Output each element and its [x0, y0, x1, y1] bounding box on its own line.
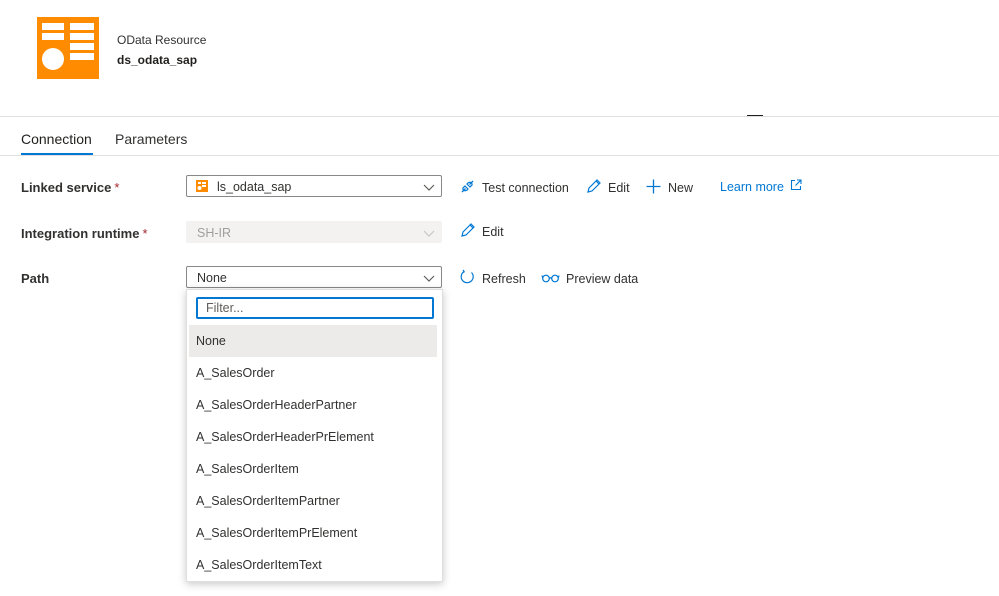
new-linked-service-button[interactable]: New [645, 178, 693, 198]
dropdown-option[interactable]: A_SalesOrderHeaderPartner [189, 389, 437, 421]
pencil-icon [459, 222, 476, 242]
plus-icon [645, 178, 662, 198]
linked-service-type-icon [196, 180, 208, 195]
dropdown-option[interactable]: A_SalesOrderItem [189, 453, 437, 485]
preview-data-label: Preview data [566, 272, 639, 286]
refresh-button[interactable]: Refresh [459, 269, 526, 289]
path-dropdown: None A_SalesOrder A_SalesOrderHeaderPart… [186, 289, 443, 582]
header-divider [0, 116, 999, 117]
dataset-name: ds_odata_sap [117, 53, 198, 67]
plug-icon [459, 178, 476, 198]
linked-service-label-text: Linked service [21, 180, 112, 195]
integration-runtime-label-text: Integration runtime [21, 226, 140, 241]
learn-more-label: Learn more [720, 179, 784, 194]
path-select[interactable]: None [186, 266, 442, 288]
refresh-label: Refresh [482, 272, 526, 286]
test-connection-button[interactable]: Test connection [459, 178, 569, 198]
linked-service-label: Linked service * [21, 180, 119, 195]
integration-runtime-select: SH-IR [186, 221, 442, 243]
integration-runtime-value: SH-IR [197, 226, 232, 240]
test-connection-label: Test connection [482, 181, 569, 195]
dropdown-option[interactable]: None [189, 325, 437, 357]
edit-label: Edit [482, 225, 504, 239]
filter-input[interactable] [196, 297, 434, 319]
tabs-divider [0, 155, 999, 156]
tab-connection[interactable]: Connection [21, 131, 92, 147]
path-label: Path [21, 271, 50, 286]
dropdown-option[interactable]: A_SalesOrderHeaderPrElement [189, 421, 437, 453]
linked-service-select[interactable]: ls_odata_sap [186, 175, 442, 197]
pencil-icon [585, 178, 602, 198]
external-link-icon [790, 179, 802, 194]
linked-service-value: ls_odata_sap [217, 180, 292, 194]
chevron-down-icon [423, 272, 435, 284]
new-label: New [668, 181, 694, 195]
chevron-down-icon [423, 181, 435, 193]
dropdown-option[interactable]: A_SalesOrder [189, 357, 437, 389]
dropdown-option[interactable]: A_SalesOrderItemPartner [189, 485, 437, 517]
edit-label: Edit [608, 181, 630, 195]
chevron-down-icon [423, 227, 435, 239]
dropdown-option[interactable]: A_SalesOrderItemPrElement [189, 517, 437, 549]
glasses-icon [541, 269, 560, 289]
edit-integration-runtime-button[interactable]: Edit [459, 222, 504, 242]
resource-type-label: OData Resource [117, 33, 207, 47]
edit-linked-service-button[interactable]: Edit [585, 178, 630, 198]
dropdown-option[interactable]: A_SalesOrderItemText [189, 549, 437, 581]
learn-more-link[interactable]: Learn more [720, 179, 802, 194]
integration-runtime-label: Integration runtime * [21, 226, 148, 241]
dataset-logo-icon [37, 17, 99, 79]
refresh-icon [459, 269, 476, 289]
required-mark: * [114, 180, 120, 195]
preview-data-button[interactable]: Preview data [541, 269, 638, 289]
required-mark: * [142, 226, 148, 241]
path-value: None [197, 271, 227, 285]
tab-parameters[interactable]: Parameters [115, 131, 187, 147]
